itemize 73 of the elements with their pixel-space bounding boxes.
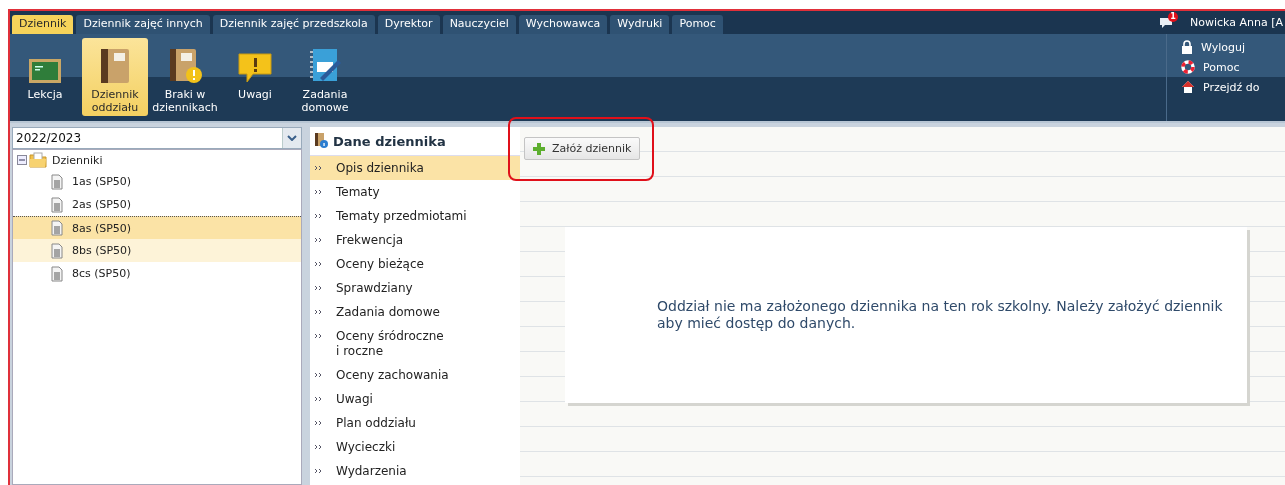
create-journal-button[interactable]: Załóż dziennik xyxy=(524,137,641,160)
double-chevron-icon xyxy=(314,309,323,315)
lock-icon xyxy=(1181,40,1193,54)
double-chevron-icon xyxy=(314,333,323,339)
menu-tab[interactable]: Pomoc xyxy=(672,15,723,34)
menu-tab[interactable]: Wydruki xyxy=(610,15,670,34)
menu-tab[interactable]: Wychowawca xyxy=(518,15,608,34)
lifebuoy-icon xyxy=(1181,60,1195,74)
menu-item[interactable]: Plan oddziału xyxy=(310,411,520,435)
menu-item[interactable]: Frekwencja xyxy=(310,228,520,252)
side-link[interactable]: Pomoc xyxy=(1181,60,1285,74)
menu-item[interactable]: Wydarzenia xyxy=(310,459,520,483)
notebook-pen-icon xyxy=(308,48,342,84)
double-chevron-icon xyxy=(314,372,323,378)
ribbon-button[interactable]: Dziennik oddziału xyxy=(82,38,148,116)
menu-item[interactable]: Zadania domowe xyxy=(310,300,520,324)
tree-item[interactable]: 8bs (SP50) xyxy=(13,239,301,262)
notification-count: 1 xyxy=(1168,12,1178,22)
year-select[interactable]: 2022/2023 xyxy=(12,127,302,149)
plus-icon xyxy=(533,142,545,155)
menu-item[interactable]: Oceny zachowania xyxy=(310,363,520,387)
side-link[interactable]: Wyloguj xyxy=(1181,40,1285,54)
menu-item[interactable]: Wycieczki xyxy=(310,435,520,459)
menu-item[interactable]: Sprawdziany xyxy=(310,276,520,300)
menu-tab[interactable]: Dyrektor xyxy=(377,15,440,34)
tree-item[interactable]: 2as (SP50) xyxy=(13,193,301,216)
double-chevron-icon xyxy=(314,261,323,267)
document-icon xyxy=(51,265,63,282)
double-chevron-icon xyxy=(314,213,323,219)
panel-title: Dane dziennika xyxy=(333,133,446,149)
menu-tab[interactable]: Nauczyciel xyxy=(442,15,516,34)
ribbon-button[interactable]: Zadania domowe xyxy=(292,38,358,116)
menu-tab[interactable]: Dziennik zajęć przedszkola xyxy=(212,15,375,34)
menu-item[interactable]: Opis dziennika xyxy=(310,156,520,180)
ribbon-button[interactable]: Uwagi xyxy=(222,38,288,116)
chalkboard-icon xyxy=(28,58,62,84)
menu-item[interactable]: Oceny bieżące xyxy=(310,252,520,276)
menu-item[interactable]: Tematy xyxy=(310,180,520,204)
double-chevron-icon xyxy=(314,420,323,426)
exclamation-note-icon xyxy=(237,52,273,84)
double-chevron-icon xyxy=(314,165,323,171)
menu-item[interactable]: Tematy przedmiotami xyxy=(310,204,520,228)
user-name[interactable]: Nowicka Anna [A xyxy=(1190,16,1283,29)
document-icon xyxy=(51,173,63,190)
menu-item[interactable]: Oceny śródroczne i roczne xyxy=(310,324,520,363)
folder-icon xyxy=(29,152,47,168)
tree-item[interactable]: 8cs (SP50) xyxy=(13,262,301,285)
home-icon xyxy=(1181,80,1195,94)
year-value: 2022/2023 xyxy=(15,131,83,145)
journal-info-icon xyxy=(314,131,328,151)
tree-node[interactable]: Dzienniki xyxy=(52,153,103,167)
menu-item[interactable]: Uwagi xyxy=(310,387,520,411)
menu-tab[interactable]: Dziennik zajęć innych xyxy=(76,15,210,34)
info-message: Oddział nie ma założonego dziennika na ten rok szkolny. Należy założyć dziennik aby mieć dostęp do danych. xyxy=(657,298,1224,332)
menu-tab[interactable]: Dziennik xyxy=(12,15,74,34)
book-icon xyxy=(98,48,132,84)
collapse-icon[interactable] xyxy=(17,155,27,165)
double-chevron-icon xyxy=(314,396,323,402)
book-warning-icon xyxy=(167,48,203,84)
side-link[interactable]: Przejdź do xyxy=(1181,80,1285,94)
document-icon xyxy=(51,196,63,213)
double-chevron-icon xyxy=(314,237,323,243)
double-chevron-icon xyxy=(314,468,323,474)
chat-icon[interactable] xyxy=(1160,17,1173,28)
tree-item[interactable]: 8as (SP50) xyxy=(13,216,301,239)
tree-item[interactable]: 1as (SP50) xyxy=(13,170,301,193)
document-icon xyxy=(51,242,63,259)
double-chevron-icon xyxy=(314,189,323,195)
double-chevron-icon xyxy=(314,285,323,291)
ribbon-button[interactable]: Braki w dziennikach xyxy=(152,38,218,116)
ribbon-button[interactable]: Lekcja xyxy=(12,38,78,116)
document-icon xyxy=(51,220,63,236)
double-chevron-icon xyxy=(314,444,323,450)
